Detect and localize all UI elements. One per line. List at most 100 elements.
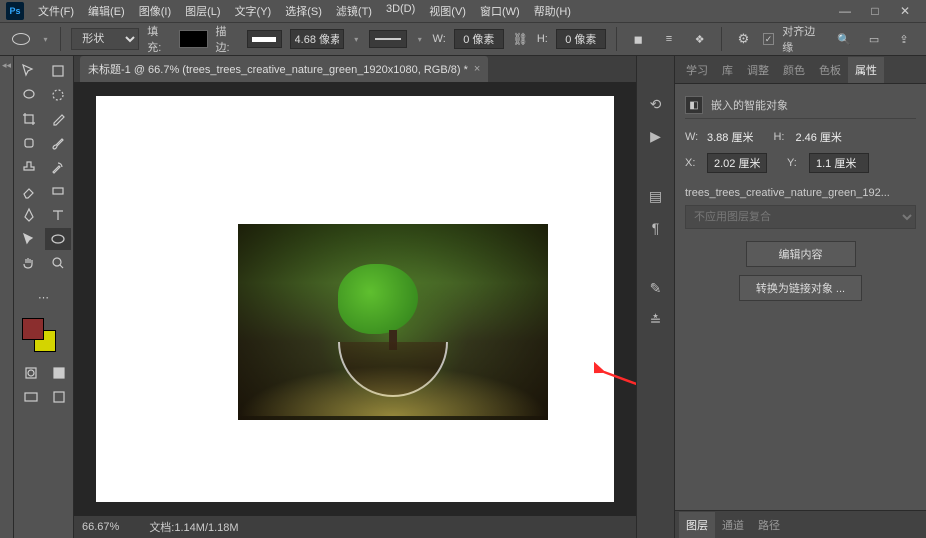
stroke-width-dropdown-icon[interactable]: ▾ bbox=[352, 34, 361, 44]
tab-learn[interactable]: 学习 bbox=[679, 57, 715, 83]
shape-mode-select[interactable]: 形状 bbox=[71, 28, 139, 50]
ellipse-tool-icon[interactable] bbox=[45, 228, 71, 250]
artboard-tool-icon[interactable] bbox=[45, 60, 71, 82]
change-screen-icon[interactable] bbox=[46, 386, 72, 408]
eraser-tool-icon[interactable] bbox=[16, 180, 42, 202]
menu-type[interactable]: 文字(Y) bbox=[229, 0, 278, 22]
stroke-style-dropdown[interactable] bbox=[369, 30, 407, 48]
foreground-color-swatch[interactable] bbox=[22, 318, 44, 340]
menu-edit[interactable]: 编辑(E) bbox=[82, 0, 131, 22]
character-panel-icon[interactable]: ▤ bbox=[644, 184, 668, 208]
prop-w-label: W: bbox=[685, 131, 701, 143]
convert-to-linked-button[interactable]: 转换为链接对象 ... bbox=[739, 275, 862, 301]
lasso-tool-icon[interactable] bbox=[16, 84, 42, 106]
hand-tool-icon[interactable] bbox=[16, 252, 42, 274]
height-input[interactable] bbox=[556, 29, 606, 49]
brushes-panel-icon[interactable]: ✎ bbox=[644, 276, 668, 300]
move-tool-icon[interactable] bbox=[16, 60, 42, 82]
quick-mask-icon[interactable] bbox=[18, 362, 44, 384]
settings-gear-icon[interactable]: ⚙ bbox=[732, 27, 755, 51]
menu-window[interactable]: 窗口(W) bbox=[474, 0, 526, 22]
tab-properties[interactable]: 属性 bbox=[848, 57, 884, 83]
stroke-swatch[interactable] bbox=[247, 30, 281, 48]
menu-layer[interactable]: 图层(L) bbox=[179, 0, 226, 22]
path-alignment-icon[interactable]: ≡ bbox=[658, 27, 681, 51]
eyedropper-tool-icon[interactable] bbox=[45, 108, 71, 130]
preset-dropdown-icon[interactable]: ▾ bbox=[41, 34, 50, 44]
menu-3d[interactable]: 3D(D) bbox=[380, 0, 421, 22]
color-controls bbox=[16, 316, 71, 360]
zoom-tool-icon[interactable] bbox=[45, 252, 71, 274]
tab-channels[interactable]: 通道 bbox=[715, 512, 751, 538]
stamp-tool-icon[interactable] bbox=[16, 156, 42, 178]
pen-tool-icon[interactable] bbox=[16, 204, 42, 226]
layer-comp-select[interactable]: 不应用图层复合 bbox=[685, 205, 916, 229]
prop-x-input[interactable] bbox=[707, 153, 767, 173]
status-bar: 66.67% 文档:1.14M/1.18M bbox=[74, 516, 636, 538]
document-tab-strip: 未标题-1 @ 66.7% (trees_trees_creative_natu… bbox=[74, 56, 636, 82]
workspace-icon[interactable]: ▭ bbox=[862, 27, 886, 51]
menu-help[interactable]: 帮助(H) bbox=[528, 0, 577, 22]
top-panel-tabs: 学习 库 调整 颜色 色板 属性 bbox=[675, 56, 926, 84]
paragraph-panel-icon[interactable]: ¶ bbox=[644, 216, 668, 240]
align-edges-checkbox[interactable]: ✓ bbox=[763, 33, 774, 45]
height-label: H: bbox=[537, 33, 548, 45]
close-icon[interactable]: ✕ bbox=[890, 0, 920, 22]
right-panels: 学习 库 调整 颜色 色板 属性 ◧ 嵌入的智能对象 W:3.88 厘米 H:2… bbox=[674, 56, 926, 538]
stroke-style-arrow-icon[interactable]: ▾ bbox=[415, 34, 424, 44]
quick-select-tool-icon[interactable] bbox=[45, 84, 71, 106]
ellipsis-icon[interactable]: ⋯ bbox=[31, 286, 57, 308]
brush-settings-icon[interactable]: ≛ bbox=[644, 308, 668, 332]
menu-file[interactable]: 文件(F) bbox=[32, 0, 80, 22]
menu-view[interactable]: 视图(V) bbox=[423, 0, 472, 22]
tool-collapse-strip[interactable]: ◂◂ bbox=[0, 56, 14, 538]
search-icon[interactable]: 🔍 bbox=[832, 27, 856, 51]
brush-tool-icon[interactable] bbox=[45, 132, 71, 154]
stroke-label: 描边: bbox=[216, 23, 240, 55]
tool-preset-icon[interactable] bbox=[10, 29, 33, 49]
tab-swatches[interactable]: 色板 bbox=[812, 57, 848, 83]
screen-mode-fill-icon[interactable] bbox=[46, 362, 72, 384]
prop-w-value: 3.88 厘米 bbox=[707, 129, 753, 145]
tools-panel: ⋯ bbox=[14, 56, 74, 538]
minimize-icon[interactable]: — bbox=[830, 0, 860, 22]
document-tab[interactable]: 未标题-1 @ 66.7% (trees_trees_creative_natu… bbox=[80, 56, 488, 82]
zoom-level[interactable]: 66.67% bbox=[82, 521, 119, 533]
maximize-icon[interactable]: □ bbox=[860, 0, 890, 22]
screen-mode-icon[interactable] bbox=[18, 386, 44, 408]
gradient-tool-icon[interactable] bbox=[45, 180, 71, 202]
smart-object-icon: ◧ bbox=[685, 96, 703, 114]
canvas-viewport[interactable] bbox=[74, 82, 636, 516]
menu-filter[interactable]: 滤镜(T) bbox=[330, 0, 378, 22]
tab-close-icon[interactable]: × bbox=[474, 63, 480, 75]
path-operations-icon[interactable]: ◼ bbox=[627, 27, 650, 51]
doc-size[interactable]: 文档:1.14M/1.18M bbox=[149, 519, 238, 535]
tab-paths[interactable]: 路径 bbox=[751, 512, 787, 538]
actions-panel-icon[interactable]: ▶ bbox=[644, 124, 668, 148]
tab-layers[interactable]: 图层 bbox=[679, 512, 715, 538]
width-input[interactable] bbox=[454, 29, 504, 49]
stroke-width-input[interactable] bbox=[290, 29, 344, 49]
type-tool-icon[interactable] bbox=[45, 204, 71, 226]
healing-tool-icon[interactable] bbox=[16, 132, 42, 154]
link-dimensions-icon[interactable]: ⛓ bbox=[512, 30, 529, 48]
embedded-smart-object[interactable] bbox=[238, 224, 548, 420]
path-select-tool-icon[interactable] bbox=[16, 228, 42, 250]
path-arrangement-icon[interactable]: ❖ bbox=[688, 27, 711, 51]
history-brush-tool-icon[interactable] bbox=[45, 156, 71, 178]
history-panel-icon[interactable]: ⟲ bbox=[644, 92, 668, 116]
crop-tool-icon[interactable] bbox=[16, 108, 42, 130]
main-area: ◂◂ bbox=[0, 56, 926, 538]
fill-swatch[interactable] bbox=[179, 30, 208, 48]
width-label: W: bbox=[433, 33, 446, 45]
fill-label: 填充: bbox=[147, 23, 171, 55]
canvas[interactable] bbox=[96, 96, 614, 502]
tab-libraries[interactable]: 库 bbox=[715, 57, 740, 83]
edit-contents-button[interactable]: 编辑内容 bbox=[746, 241, 856, 267]
tab-adjustments[interactable]: 调整 bbox=[740, 57, 776, 83]
menu-select[interactable]: 选择(S) bbox=[279, 0, 328, 22]
tab-color[interactable]: 颜色 bbox=[776, 57, 812, 83]
share-icon[interactable]: ⇪ bbox=[892, 27, 916, 51]
menu-image[interactable]: 图像(I) bbox=[133, 0, 177, 22]
prop-y-input[interactable] bbox=[809, 153, 869, 173]
